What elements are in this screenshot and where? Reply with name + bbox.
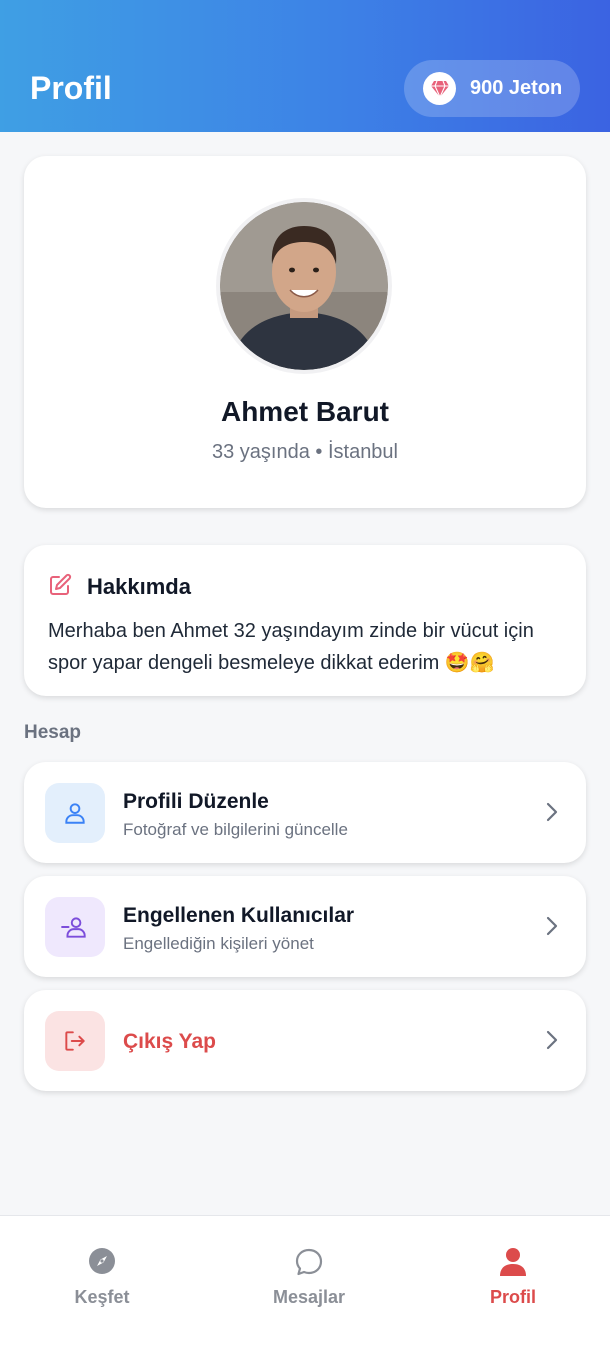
profile-age-location: 33 yaşında • İstanbul	[211, 441, 398, 463]
compass-icon	[88, 1247, 116, 1280]
user-minus-icon	[45, 897, 105, 957]
tab-messages[interactable]: Mesajlar	[207, 1216, 411, 1356]
page-title: Profil	[30, 70, 112, 106]
chevron-right-icon	[546, 1030, 558, 1055]
blocked-users-subtitle: Engellediğin kişileri yönet	[123, 934, 314, 953]
avatar[interactable]	[216, 198, 392, 374]
about-card: Hakkımda Merhaba ben Ahmet 32 yaşındayım…	[24, 545, 586, 696]
about-text: Merhaba ben Ahmet 32 yaşındayım zinde bi…	[48, 620, 534, 674]
profile-card: Ahmet Barut 33 yaşında • İstanbul	[24, 156, 586, 508]
account-section-label: Hesap	[24, 722, 82, 743]
logout-title: Çıkış Yap	[123, 1030, 217, 1053]
logout-icon	[45, 1011, 105, 1071]
user-icon	[45, 783, 105, 843]
bottom-tab-bar: Keşfet Mesajlar Profil	[0, 1215, 610, 1356]
edit-profile-title: Profili Düzenle	[123, 790, 269, 813]
edit-profile-item[interactable]: Profili Düzenle Fotoğraf ve bilgilerini …	[24, 762, 586, 863]
chat-bubble-icon	[294, 1247, 324, 1282]
diamond-icon	[423, 72, 456, 105]
coin-balance-label: 900 Jeton	[470, 77, 563, 99]
coin-balance-button[interactable]: 900 Jeton	[404, 60, 580, 117]
person-icon	[499, 1247, 527, 1282]
tab-profile-label: Profil	[489, 1287, 536, 1307]
tab-discover[interactable]: Keşfet	[0, 1216, 204, 1356]
blocked-users-item[interactable]: Engellenen Kullanıcılar Engellediğin kiş…	[24, 876, 586, 977]
blocked-users-title: Engellenen Kullanıcılar	[123, 904, 355, 927]
tab-profile[interactable]: Profil	[411, 1216, 610, 1356]
tab-discover-label: Keşfet	[74, 1287, 130, 1307]
edit-note-icon[interactable]	[48, 573, 72, 602]
chevron-right-icon	[546, 916, 558, 941]
tab-messages-label: Mesajlar	[272, 1287, 346, 1307]
profile-name: Ahmet Barut	[220, 396, 389, 427]
chevron-right-icon	[546, 802, 558, 827]
top-header: Profil 900 Jeton	[0, 0, 610, 132]
logout-item[interactable]: Çıkış Yap	[24, 990, 586, 1091]
about-title: Hakkımda	[87, 574, 191, 599]
edit-profile-subtitle: Fotoğraf ve bilgilerini güncelle	[123, 820, 348, 839]
